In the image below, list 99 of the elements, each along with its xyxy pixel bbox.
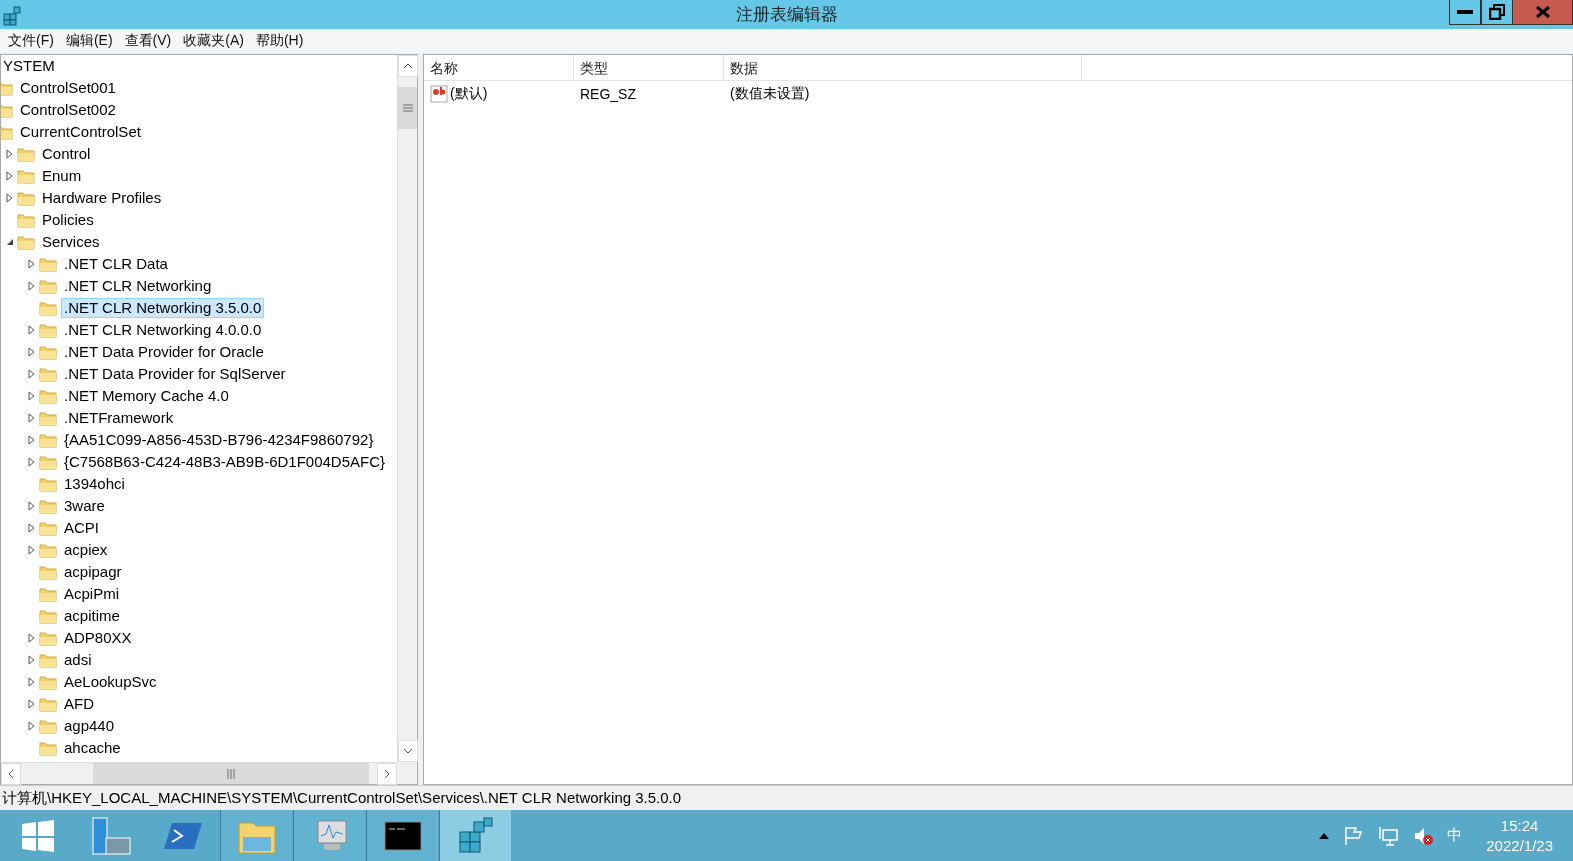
column-header[interactable]: 名称: [424, 55, 574, 80]
grip-icon: [227, 768, 235, 779]
chevron-left-icon: [8, 769, 14, 779]
tree-item[interactable]: {C7568B63-C424-48B3-AB9B-6D1F004D5AFC}: [61, 452, 389, 472]
tree-item[interactable]: .NET Memory Cache 4.0: [61, 386, 232, 406]
string-value-icon: [430, 85, 448, 103]
folder-icon: [39, 256, 57, 272]
folder-icon: [39, 520, 57, 536]
tree-item[interactable]: YSTEM: [1, 56, 58, 76]
column-header[interactable]: 类型: [574, 55, 724, 80]
network-icon[interactable]: [1377, 825, 1400, 846]
tree-item[interactable]: .NET CLR Networking 3.5.0.0: [61, 298, 265, 318]
scrollbar-thumb[interactable]: [93, 763, 369, 784]
folder-icon: [39, 498, 57, 514]
tree-item[interactable]: acpipagr: [61, 562, 125, 582]
flag-icon[interactable]: [1343, 825, 1364, 846]
folder-icon: [39, 322, 57, 338]
tree-item[interactable]: Control: [39, 144, 94, 164]
tree-item[interactable]: 3ware: [61, 496, 108, 516]
folder-icon: [39, 278, 57, 294]
value-name[interactable]: (默认): [450, 85, 488, 103]
tree-item[interactable]: ADP80XX: [61, 628, 135, 648]
terminal-icon: [163, 820, 204, 851]
folder-icon: [39, 696, 57, 712]
tree-item[interactable]: ahcache: [61, 738, 124, 758]
menu-item[interactable]: 编辑(E): [59, 32, 119, 50]
folder-icon: [39, 718, 57, 734]
folder-icon: [39, 652, 57, 668]
minimize-icon: [1457, 10, 1473, 14]
folder-icon: [39, 366, 57, 382]
column-header[interactable]: 数据: [724, 55, 1082, 80]
caret-up-icon[interactable]: [1319, 832, 1330, 839]
tree-item[interactable]: AeLookupSvc: [61, 672, 160, 692]
tree-item[interactable]: CurrentControlSet: [17, 122, 144, 142]
tree-item[interactable]: .NET CLR Networking: [61, 276, 215, 296]
folder-icon: [39, 564, 57, 580]
folder-icon: [17, 168, 35, 184]
folder-icon: [39, 608, 57, 624]
folder-icon: [17, 234, 35, 250]
folder-icon: [39, 454, 57, 470]
menu-item[interactable]: 收藏夹(A): [177, 32, 250, 50]
folder-icon: [39, 740, 57, 756]
scrollbar-thumb[interactable]: [398, 87, 417, 129]
tree-item[interactable]: ControlSet001: [17, 78, 119, 98]
tree-item[interactable]: Hardware Profiles: [39, 188, 165, 208]
windows-logo-icon: [20, 818, 55, 853]
folder-icon: [39, 674, 57, 690]
folder-icon: [17, 146, 35, 162]
tree-item[interactable]: adsi: [61, 650, 95, 670]
tree-item[interactable]: .NET CLR Networking 4.0.0.0: [61, 320, 265, 340]
menu-item[interactable]: 查看(V): [118, 32, 178, 50]
tree-item[interactable]: .NET Data Provider for Oracle: [61, 342, 267, 362]
minimize-button[interactable]: [1449, 0, 1481, 25]
folder-icon: [39, 388, 57, 404]
folder-icon: [39, 410, 57, 426]
tree-item[interactable]: .NET CLR Data: [61, 254, 171, 274]
tree-item[interactable]: ControlSet002: [17, 100, 119, 120]
tree-item[interactable]: AFD: [61, 694, 97, 714]
tree-item[interactable]: Enum: [39, 166, 85, 186]
chevron-up-icon: [403, 63, 413, 69]
value-type: REG_SZ: [580, 86, 636, 102]
grip-icon: [402, 104, 413, 112]
folder-icon: [39, 344, 57, 360]
chevron-right-icon: [384, 769, 390, 779]
tree-item[interactable]: {AA51C099-A856-453D-B796-4234F9860792}: [61, 430, 377, 450]
folder-icon: [39, 300, 57, 316]
folder-icon: [39, 476, 57, 492]
menu-item[interactable]: 文件(F): [2, 32, 60, 50]
tree-item[interactable]: agp440: [61, 716, 118, 736]
tree-item[interactable]: acpiex: [61, 540, 111, 560]
folder-icon: [17, 190, 35, 206]
folder-icon: [39, 630, 57, 646]
taskbar-app[interactable]: [366, 810, 438, 861]
close-icon: [1535, 6, 1550, 18]
value-data: (数值未设置): [730, 85, 810, 103]
cubes-icon: [2, 3, 24, 26]
menu-item[interactable]: 帮助(H): [249, 32, 310, 50]
folder-icon: [39, 542, 57, 558]
tree-item[interactable]: Services: [39, 232, 103, 252]
tree-item[interactable]: AcpiPmi: [61, 584, 122, 604]
folder-icon: [39, 586, 57, 602]
folder-icon: [39, 432, 57, 448]
tree-item[interactable]: acpitime: [61, 606, 123, 626]
folder-icon: [17, 212, 35, 228]
restore-button[interactable]: [1481, 0, 1513, 25]
window-title: 注册表编辑器: [735, 4, 838, 26]
close-button[interactable]: [1513, 0, 1573, 25]
vertical-scrollbar[interactable]: [397, 55, 417, 762]
horizontal-scrollbar[interactable]: [1, 762, 397, 784]
tree-item[interactable]: Policies: [39, 210, 97, 230]
chevron-down-icon: [403, 748, 413, 754]
tree-item[interactable]: ACPI: [61, 518, 102, 538]
server-icon: [89, 815, 132, 856]
tree-item[interactable]: .NETFramework: [61, 408, 177, 428]
tree-item[interactable]: .NET Data Provider for SqlServer: [61, 364, 289, 384]
tree-item[interactable]: 1394ohci: [61, 474, 128, 494]
restore-icon: [1489, 4, 1505, 20]
console-icon: [383, 820, 422, 851]
status-path: 计算机\HKEY_LOCAL_MACHINE\SYSTEM\CurrentControlSet\Services\.NET CLR Networking 3.5.0.0: [2, 788, 682, 808]
